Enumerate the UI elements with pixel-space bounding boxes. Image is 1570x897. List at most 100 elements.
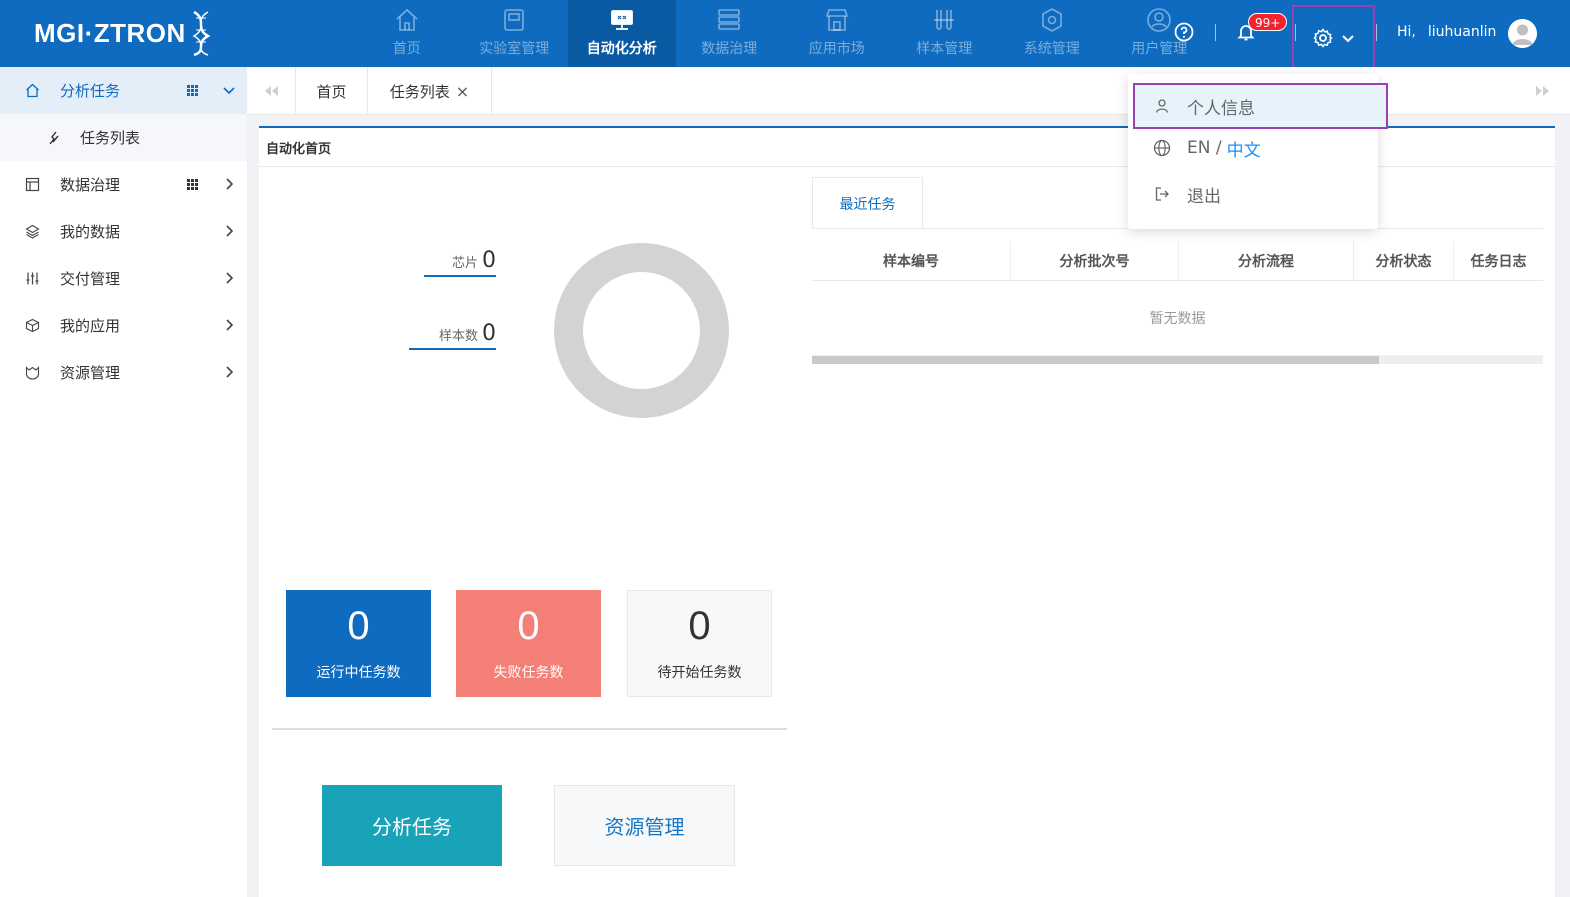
pending-tasks-value: 0: [688, 603, 711, 648]
divider: [272, 728, 787, 730]
nav-home[interactable]: 首页: [353, 0, 461, 67]
tab-task-list[interactable]: 任务列表 ×: [367, 67, 492, 115]
nav-data-governance[interactable]: 数据治理: [676, 0, 784, 67]
gear-icon: [1312, 27, 1333, 48]
column-header[interactable]: 分析状态: [1354, 241, 1454, 280]
username: liuhuanlin: [1427, 24, 1497, 40]
sidebar-item-delivery-management[interactable]: 交付管理: [0, 255, 247, 302]
avatar-icon: [1508, 19, 1537, 48]
column-header[interactable]: 分析流程: [1179, 241, 1354, 280]
column-header[interactable]: 样本编号: [812, 241, 1011, 280]
sample-count: 样本数 0: [409, 321, 496, 350]
tab-home[interactable]: 首页: [295, 67, 367, 115]
sidebar-item-label: 数据治理: [60, 176, 121, 194]
nav-automated-analysis[interactable]: 自动化分析: [568, 0, 676, 67]
sidebar-item-analysis-tasks[interactable]: 分析任务: [0, 67, 247, 114]
tab-label: 首页: [316, 82, 347, 101]
resource-icon: [24, 365, 40, 381]
sidebar-item-my-apps[interactable]: 我的应用: [0, 302, 247, 349]
failed-tasks-card[interactable]: 0 失败任务数: [456, 590, 601, 697]
language-en[interactable]: EN /: [1187, 138, 1222, 158]
user-greeting[interactable]: Hi, liuhuanlin: [1397, 24, 1496, 40]
menu-item-profile[interactable]: 个人信息: [1133, 83, 1388, 129]
layers-icon: [24, 224, 40, 240]
nav-system-management[interactable]: 系统管理: [998, 0, 1106, 67]
settings-menu-button[interactable]: [1292, 5, 1375, 70]
nav-label: 数据治理: [701, 41, 758, 57]
sidebar-item-my-data[interactable]: 我的数据: [0, 208, 247, 255]
failed-tasks-value: 0: [517, 603, 540, 648]
column-header[interactable]: 任务日志: [1454, 241, 1543, 280]
failed-tasks-label: 失败任务数: [493, 664, 564, 681]
sidebar-item-task-list[interactable]: 任务列表: [0, 114, 247, 161]
menu-item-label: 个人信息: [1187, 98, 1255, 119]
chevron-right-icon: [226, 178, 234, 190]
empty-state: 暂无数据: [812, 281, 1543, 356]
tab-scroll-left-button[interactable]: [247, 67, 295, 115]
nav-sample-management[interactable]: 样本管理: [891, 0, 999, 67]
tab-recent-tasks[interactable]: 最近任务: [812, 177, 923, 229]
database-icon: [716, 7, 742, 33]
chevron-down-icon: [1341, 34, 1354, 42]
tab-label: 任务列表: [389, 82, 450, 101]
menu-item-language[interactable]: EN / 中文: [1128, 125, 1378, 171]
column-header[interactable]: 分析批次号: [1011, 241, 1179, 280]
grid-icon: [187, 85, 198, 96]
tab-scroll-right-button[interactable]: [1519, 67, 1567, 115]
logout-icon: [1153, 185, 1171, 203]
help-icon[interactable]: [1174, 22, 1194, 42]
recent-tasks-table: 样本编号 分析批次号 分析流程 分析状态 任务日志 暂无数据: [812, 241, 1543, 356]
close-icon[interactable]: ×: [456, 82, 469, 101]
sidebar-item-resource-management[interactable]: 资源管理: [0, 349, 247, 396]
sidebar-item-label: 分析任务: [60, 82, 121, 100]
double-right-icon: [1536, 86, 1549, 96]
chevron-right-icon: [226, 366, 234, 378]
sidebar-item-label: 资源管理: [60, 364, 121, 382]
globe-icon: [1153, 139, 1171, 157]
menu-item-logout[interactable]: 退出: [1128, 171, 1378, 217]
header-divider: [1215, 24, 1216, 41]
home-icon: [394, 7, 420, 33]
horizontal-scrollbar[interactable]: [812, 356, 1543, 364]
user-icon: [1146, 7, 1172, 33]
running-tasks-card[interactable]: 0 运行中任务数: [286, 590, 431, 697]
sidebar: 分析任务 任务列表 数据治理 我的数据 交付管理 我的应用 资源管理: [0, 67, 247, 897]
nav-label: 系统管理: [1023, 41, 1080, 57]
settings-dropdown: 个人信息 EN / 中文 退出: [1128, 74, 1388, 229]
nav-label: 自动化分析: [586, 41, 657, 57]
scrollbar-thumb[interactable]: [812, 356, 1379, 364]
notification-badge: 99+: [1248, 13, 1288, 31]
logo[interactable]: MGI·ZTRON: [34, 10, 212, 56]
donut-chart: [554, 243, 729, 418]
nav-app-market[interactable]: 应用市场: [783, 0, 891, 67]
chevron-down-icon: [223, 87, 235, 95]
person-icon: [1153, 97, 1171, 115]
pending-tasks-card[interactable]: 0 待开始任务数: [627, 590, 772, 697]
sidebar-item-data-governance[interactable]: 数据治理: [0, 161, 247, 208]
greeting-text: Hi,: [1397, 24, 1416, 40]
sample-label: 样本数: [438, 329, 478, 344]
dna-helix-icon: [192, 10, 211, 56]
chip-label: 芯片: [451, 256, 478, 271]
resource-management-button[interactable]: 资源管理: [554, 785, 735, 866]
avatar[interactable]: [1508, 19, 1537, 48]
chevron-right-icon: [226, 225, 234, 237]
sliders-icon: [24, 271, 40, 287]
nav-label: 应用市场: [808, 41, 865, 57]
sidebar-item-label: 我的应用: [60, 317, 121, 335]
nav-user-management[interactable]: 用户管理: [1106, 0, 1214, 67]
main-panel: 自动化首页 芯片 0 样本数 0 0 运行中任务数 0 失败任务数 0 待开始任…: [259, 126, 1555, 897]
task-list-icon: [46, 130, 62, 146]
language-zh[interactable]: 中文: [1227, 136, 1261, 161]
logo-text: MGI·ZTRON: [34, 17, 186, 48]
monitor-icon: [609, 7, 635, 33]
breadcrumb: 自动化首页: [266, 142, 332, 157]
sidebar-item-label: 我的数据: [60, 223, 121, 241]
chip-count: 芯片 0: [424, 248, 496, 277]
nav-lab-management[interactable]: 实验室管理: [461, 0, 569, 67]
system-icon: [1039, 7, 1065, 33]
chip-value: 0: [482, 248, 496, 273]
lab-icon: [501, 7, 527, 33]
running-tasks-value: 0: [347, 603, 370, 648]
analysis-tasks-button[interactable]: 分析任务: [322, 785, 502, 866]
